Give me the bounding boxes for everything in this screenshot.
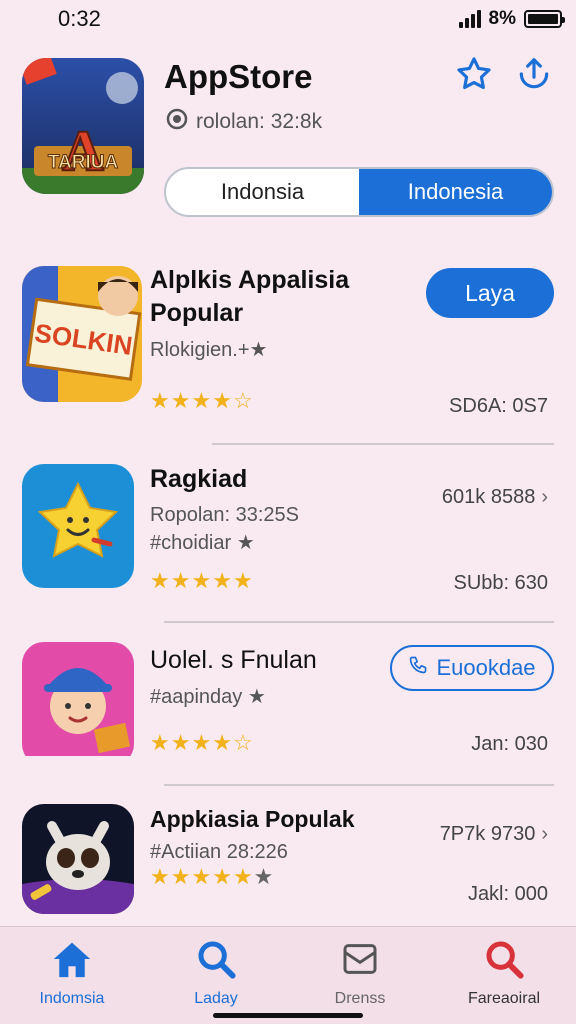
star-filled-icon: ★ [170,864,191,889]
home-icon [50,939,94,984]
tab-home[interactable]: Indomsia [0,927,144,1024]
status-indicators: 8% [458,8,565,30]
get-button[interactable]: Laya [426,268,554,318]
status-time: 0:32 [58,6,101,31]
segment-option-1[interactable]: Indonsia [166,169,359,215]
chevron-right-icon[interactable]: › [541,486,548,509]
star-filled-icon: ★ [232,864,253,889]
star-icon[interactable] [454,54,494,94]
tab-label: Drenss [334,990,386,1007]
rating-stars: ★ ★ ★ ★ ☆ [150,732,253,754]
star-filled-icon: ★ [191,388,212,413]
app-meta-top-text: 601k 8588 [441,486,536,508]
status-bar: 0:32 8% [0,0,576,36]
app-title: Ragkiad [150,465,248,493]
star-filled-icon: ★ [170,568,191,593]
tab-label: Laday [194,990,238,1007]
star-outline-icon: ☆ [232,388,253,413]
app-subtitle: #Actiian 28:226 [150,841,288,863]
app-subtitle: #aapinday ★ [150,686,266,708]
app-meta: SD6A: 0S7 [449,395,548,417]
app-subtitle-secondary: #choidiar ★ [150,532,255,554]
app-subtitle: Rlokigien.+★ [150,339,268,361]
signal-icon [458,10,481,28]
app-title: Alplkis Appalisia Popular [150,266,350,327]
header-subtitle-text: rololan: 32:8k [196,110,323,133]
app-meta: Jakl: 000 [467,883,548,905]
star-outline-icon: ☆ [232,730,253,755]
header-actions [454,54,554,94]
rating-stars: ★ ★ ★ ★ ☆ [150,390,253,412]
app-title: Appkiasia Populak [150,806,355,832]
phone-icon [408,655,428,681]
tab-search[interactable]: Laday [144,927,288,1024]
search-icon [195,939,237,984]
app-meta: SUbb: 630 [453,572,548,594]
star-extra-icon: ★ [253,864,274,889]
svg-text:TARIUA: TARIUA [48,152,119,173]
rating-stars: ★ ★ ★ ★ ★ [150,570,253,592]
star-filled-icon: ★ [150,388,170,413]
app-icon [22,804,134,914]
star-filled-icon: ★ [150,730,170,755]
star-filled-icon: ★ [212,388,232,413]
home-indicator [213,1013,363,1018]
svg-text:A: A [62,118,104,183]
star-filled-icon: ★ [170,388,191,413]
tab-label: Indomsia [39,990,105,1007]
search-red-icon [483,939,525,984]
app-icon [22,642,134,766]
app-icon: SOLKIN [22,266,142,402]
rating-stars: ★ ★ ★ ★ ★ ★ [150,866,273,888]
app-meta: Jan: 030 [471,733,548,755]
segment-option-2[interactable]: Indonesia [359,169,552,215]
divider [212,443,554,445]
star-filled-icon: ★ [191,568,212,593]
contact-button-label: Euookdae [436,655,536,680]
header-subtitle: rololan: 32:8k [166,108,322,136]
app-meta-top-text: 7P7k 9730 [439,823,536,845]
tab-inbox[interactable]: Drenss [288,927,432,1024]
inbox-icon [340,939,380,984]
divider [164,621,554,623]
star-filled-icon: ★ [212,864,232,889]
app-meta-top: 601k 8588 › [442,486,548,509]
divider [164,784,554,786]
chevron-right-icon[interactable]: › [541,823,548,846]
featured-app-icon[interactable]: A TARIUA [22,58,144,194]
star-filled-icon: ★ [150,864,170,889]
target-icon [166,108,188,136]
tab-bar: Indomsia Laday Drenss Fareaoiral [0,926,576,1024]
app-title: Uolel. s Fnulan [150,646,317,674]
star-filled-icon: ★ [191,864,212,889]
tab-label: Fareaoiral [467,990,541,1007]
star-filled-icon: ★ [150,568,170,593]
contact-button[interactable]: Euookdae [390,645,554,691]
app-meta-top: 7P7k 9730 › [440,823,548,846]
app-icon [22,464,134,588]
tab-favorites[interactable]: Fareaoiral [432,927,576,1024]
share-icon[interactable] [514,54,554,94]
star-filled-icon: ★ [191,730,212,755]
star-filled-icon: ★ [232,568,253,593]
region-segmented-control: Indonsia Indonesia [164,167,554,217]
page-title: AppStore [164,58,313,95]
star-filled-icon: ★ [212,568,232,593]
star-filled-icon: ★ [170,730,191,755]
network-label: 8% [488,8,516,29]
battery-icon [524,10,565,28]
app-subtitle: Ropolan: 33:25S [150,504,300,526]
star-filled-icon: ★ [212,730,232,755]
